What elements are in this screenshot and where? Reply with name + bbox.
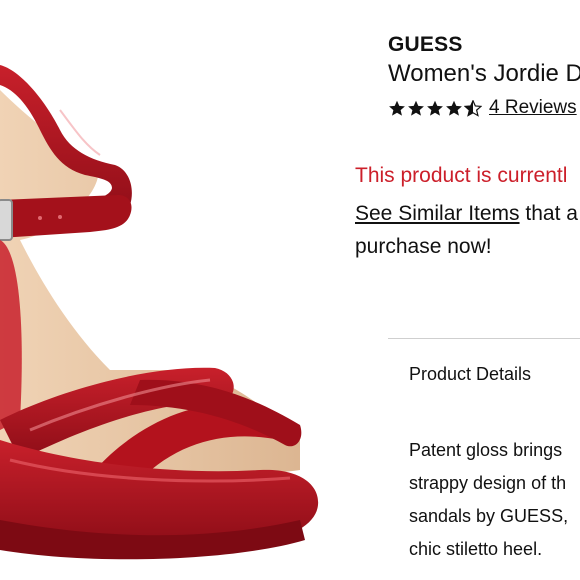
- similar-items-line: See Similar Items that a: [355, 202, 578, 226]
- product-title: Women's Jordie D: [388, 60, 580, 87]
- red-platform-sandal-illustration: [0, 65, 319, 560]
- rating-summary[interactable]: 4 Reviews: [388, 96, 577, 120]
- brand-name[interactable]: GUESS: [388, 33, 463, 57]
- half-star-icon: [464, 99, 482, 117]
- description-line: sandals by GUESS,: [409, 506, 569, 526]
- description-line: Patent gloss brings: [409, 440, 563, 460]
- divider: [388, 338, 580, 339]
- product-details-heading[interactable]: Product Details: [409, 364, 531, 385]
- star-icon: [408, 100, 424, 116]
- star-icon: [427, 100, 443, 116]
- similar-items-trailing-text: that a: [519, 202, 578, 225]
- star-icon: [446, 100, 462, 116]
- star-rating: [388, 99, 483, 117]
- see-similar-items-link[interactable]: See Similar Items: [355, 202, 520, 225]
- product-image[interactable]: [0, 0, 340, 580]
- reviews-link[interactable]: 4 Reviews: [489, 97, 577, 119]
- description-line: strappy design of th: [409, 473, 567, 493]
- unavailable-message: This product is currentl: [355, 164, 568, 187]
- purchase-now-text: purchase now!: [355, 235, 492, 258]
- description-line: chic stiletto heel.: [409, 539, 543, 559]
- star-icon: [389, 100, 405, 116]
